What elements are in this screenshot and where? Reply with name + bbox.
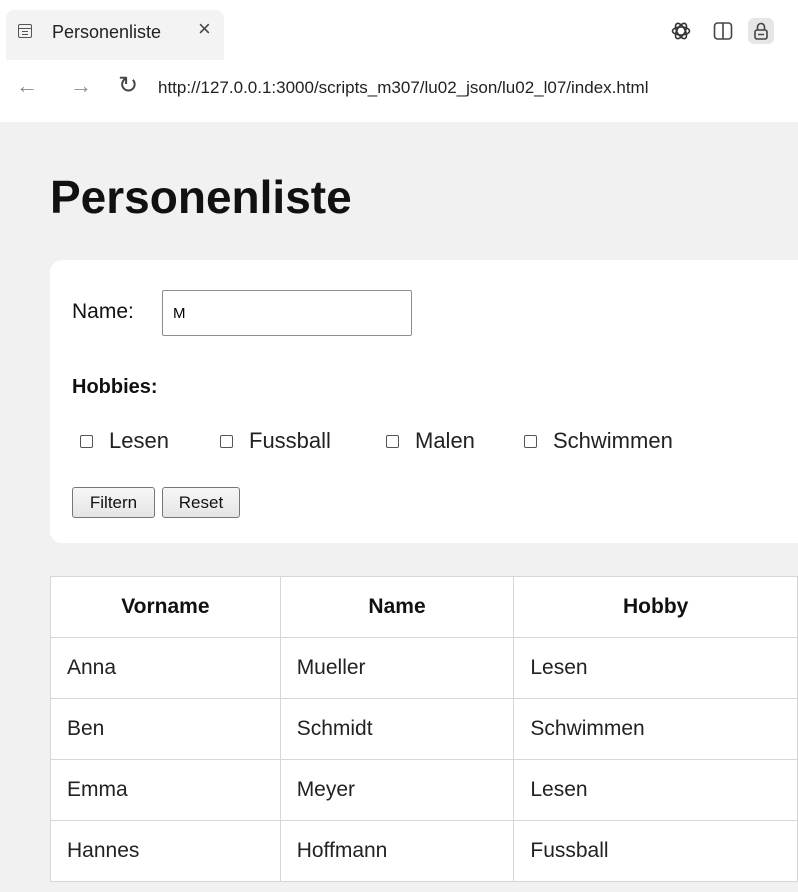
cell-name: Meyer: [279, 759, 515, 821]
cell-vorname: Ben: [50, 698, 281, 760]
page-title: Personenliste: [50, 171, 352, 223]
hobby-checkbox-schwimmen[interactable]: Schwimmen: [524, 428, 673, 454]
table-row: Ben Schmidt Schwimmen: [50, 698, 798, 760]
url-field[interactable]: http://127.0.0.1:3000/scripts_m307/lu02_…: [158, 78, 788, 98]
lock-icon[interactable]: [748, 18, 774, 44]
checkbox-icon[interactable]: [80, 434, 93, 448]
checkbox-icon[interactable]: [524, 434, 537, 448]
hobbies-label: Hobbies:: [72, 376, 158, 398]
tab-page-icon: [18, 24, 32, 38]
table-row: Hannes Hoffmann Fussball: [50, 820, 798, 882]
cell-hobby: Lesen: [513, 759, 798, 821]
cell-vorname: Hannes: [50, 820, 281, 882]
hobby-checkbox-malen[interactable]: Malen: [386, 428, 475, 454]
hobby-checkbox-fussball[interactable]: Fussball: [220, 428, 331, 454]
hobby-label: Malen: [415, 428, 475, 453]
filter-button[interactable]: Filtern: [72, 487, 155, 518]
cell-vorname: Emma: [50, 759, 281, 821]
tab-title: Personenliste: [52, 22, 162, 42]
table-header-row: Vorname Name Hobby: [50, 576, 798, 638]
cell-hobby: Fussball: [513, 820, 798, 882]
cell-name: Hoffmann: [279, 820, 515, 882]
split-view-icon[interactable]: [710, 18, 736, 44]
checkbox-icon[interactable]: [220, 434, 233, 448]
page-content: Personenliste Name: Hobbies: Lesen Fussb…: [0, 122, 798, 892]
checkbox-icon[interactable]: [386, 434, 399, 448]
back-arrow-icon[interactable]: ←: [16, 74, 38, 98]
reset-button[interactable]: Reset: [162, 487, 240, 518]
cell-name: Schmidt: [279, 698, 515, 760]
cell-hobby: Lesen: [513, 637, 798, 699]
column-header-name: Name: [279, 576, 515, 638]
chatgpt-icon[interactable]: [668, 18, 694, 44]
hobby-label: Lesen: [109, 428, 169, 453]
filter-form: Name: Hobbies: Lesen Fussball Malen Schw…: [50, 260, 798, 543]
forward-arrow-icon[interactable]: →: [70, 74, 92, 98]
browser-tab[interactable]: Personenliste ×: [6, 10, 224, 60]
column-header-hobby: Hobby: [513, 576, 798, 638]
column-header-vorname: Vorname: [50, 576, 281, 638]
hobby-label: Fussball: [249, 428, 331, 453]
cell-name: Mueller: [279, 637, 515, 699]
cell-vorname: Anna: [50, 637, 281, 699]
tab-close-button[interactable]: ×: [198, 18, 211, 40]
persons-table: Vorname Name Hobby Anna Mueller Lesen Be…: [50, 576, 798, 882]
table-row: Emma Meyer Lesen: [50, 759, 798, 821]
cell-hobby: Schwimmen: [513, 698, 798, 760]
name-input[interactable]: [162, 290, 412, 336]
reload-icon[interactable]: ↻: [118, 74, 138, 98]
name-label: Name:: [72, 300, 134, 323]
table-row: Anna Mueller Lesen: [50, 637, 798, 699]
hobby-label: Schwimmen: [553, 428, 673, 453]
browser-tab-bar: Personenliste ×: [0, 0, 798, 60]
address-bar: ← → ↻ http://127.0.0.1:3000/scripts_m307…: [0, 60, 798, 122]
hobby-checkbox-lesen[interactable]: Lesen: [80, 428, 169, 454]
